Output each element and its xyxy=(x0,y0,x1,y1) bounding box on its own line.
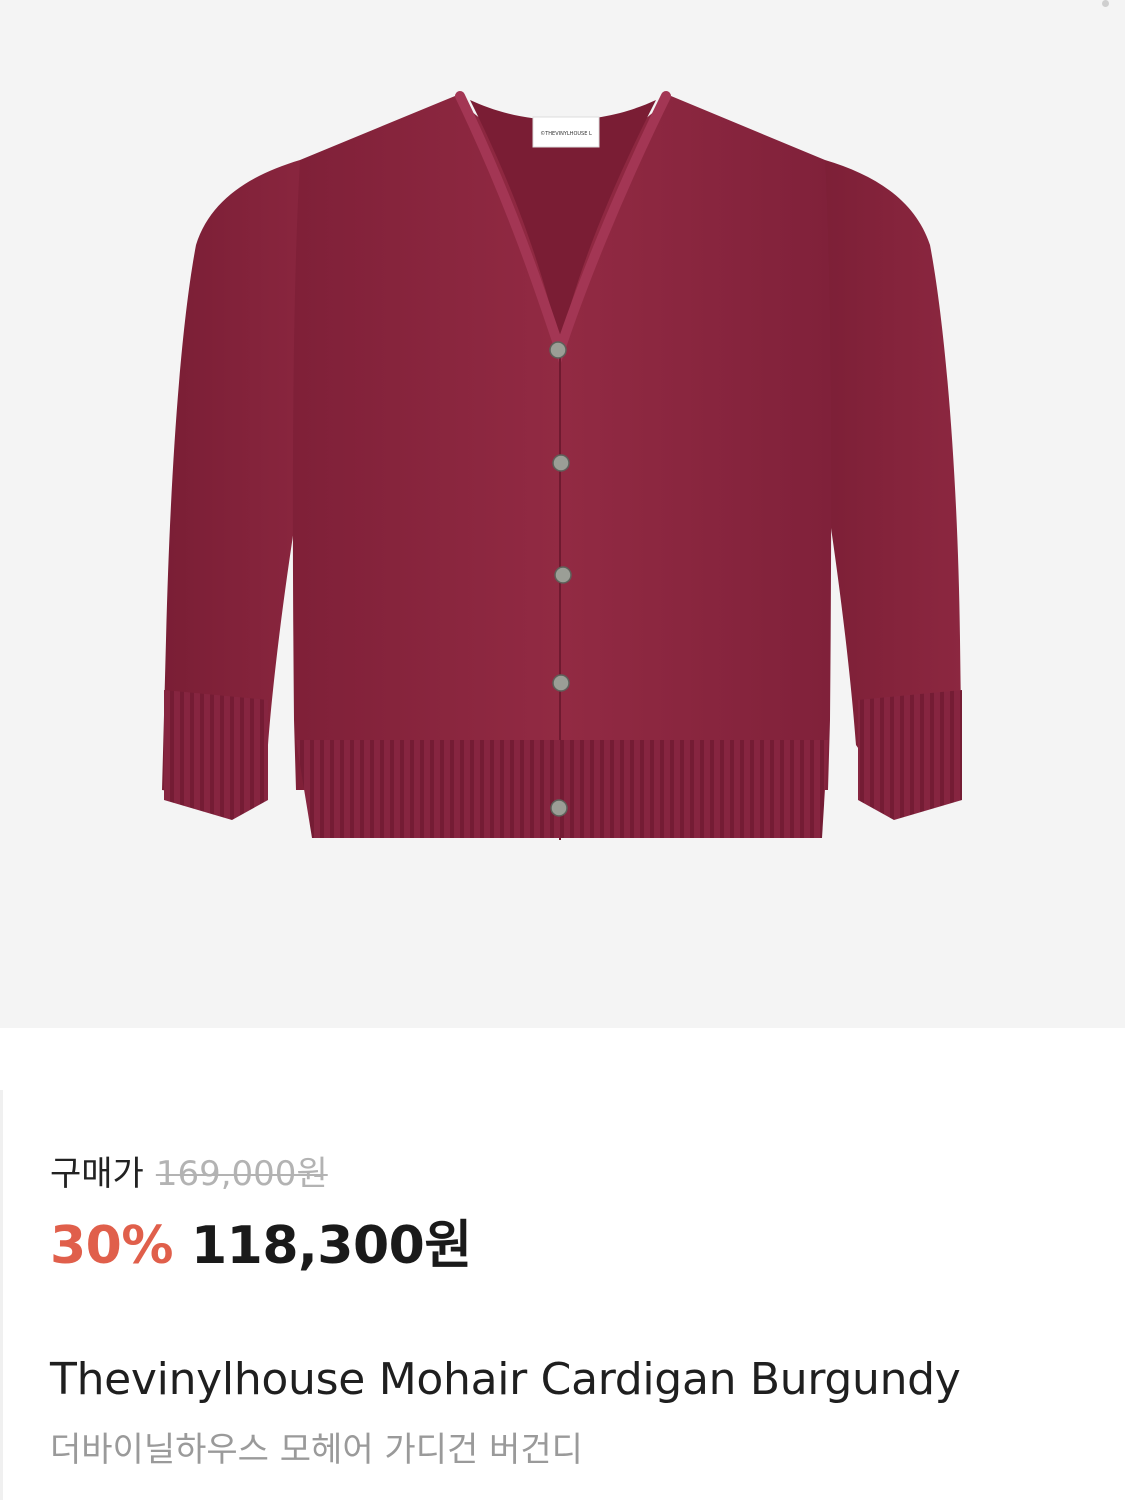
sale-price-row: 30% 118,300원 xyxy=(50,1214,472,1278)
product-title-english: Thevinylhouse Mohair Cardigan Burgundy xyxy=(50,1354,961,1405)
svg-text:©THEVINYLHOUSE L: ©THEVINYLHOUSE L xyxy=(540,130,592,137)
product-info-panel: 구매가 169,000원 30% 118,300원 Thevinylhouse … xyxy=(0,1028,1125,1500)
original-price-row: 구매가 169,000원 xyxy=(50,1150,328,1198)
sale-price: 118,300원 xyxy=(190,1216,472,1276)
left-cuff xyxy=(164,690,268,820)
product-image[interactable]: ©THEVINYLHOUSE L xyxy=(0,0,1125,1028)
product-title-korean: 더바이닐하우스 모헤어 가디건 버건디 xyxy=(50,1430,583,1470)
price-label: 구매가 xyxy=(50,1154,144,1194)
waist-rib xyxy=(296,740,828,838)
right-cuff xyxy=(858,690,962,820)
divider xyxy=(0,1090,3,1500)
product-detail-page: ©THEVINYLHOUSE L 구매가 169,000원 30% 118,30… xyxy=(0,0,1125,1500)
discount-rate: 30% xyxy=(50,1216,173,1276)
original-price: 169,000원 xyxy=(155,1154,328,1194)
cardigan-illustration: ©THEVINYLHOUSE L xyxy=(162,91,962,840)
